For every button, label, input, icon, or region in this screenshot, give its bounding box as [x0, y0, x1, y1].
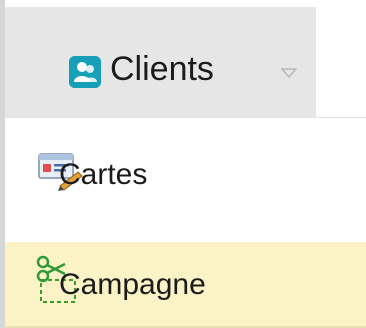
menu-item-campagne[interactable]: Campagne: [5, 242, 366, 328]
menu-item-cartes[interactable]: Cartes: [5, 118, 366, 242]
clients-menu-header[interactable]: Clients: [5, 7, 316, 117]
menu-item-label-campagne: Campagne: [59, 268, 206, 301]
navigation-menu: Clients Cartes Campagne: [0, 0, 366, 328]
clients-label: Clients: [110, 50, 214, 88]
chevron-down-icon[interactable]: [280, 65, 298, 83]
menu-item-label-cartes: Cartes: [59, 158, 148, 191]
clients-icon: [69, 56, 101, 88]
